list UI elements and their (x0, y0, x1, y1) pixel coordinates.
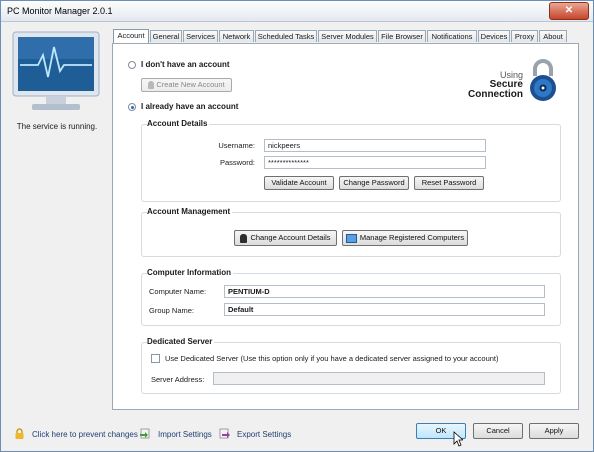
password-label: Password: (219, 158, 255, 167)
validate-account-button[interactable]: Validate Account (264, 176, 334, 190)
import-settings-icon (140, 428, 150, 439)
create-account-button-label: Create New Account (156, 80, 225, 89)
group-name-field[interactable]: Default (224, 303, 545, 316)
window-title: PC Monitor Manager 2.0.1 (7, 6, 113, 16)
manage-registered-computers-button[interactable]: Manage Registered Computers (342, 230, 468, 246)
import-settings-link[interactable]: Import Settings (158, 430, 212, 439)
tab-account[interactable]: Account (113, 29, 149, 43)
title-bar: PC Monitor Manager 2.0.1 ✕ (1, 1, 593, 22)
padlock-icon (530, 59, 556, 101)
secure-connection-text: Using Secure Connection (443, 70, 523, 100)
padlock-icon (15, 428, 24, 439)
tab-general[interactable]: General (150, 30, 182, 42)
tab-file-browser[interactable]: File Browser (378, 30, 426, 42)
close-window-button[interactable]: ✕ (549, 2, 589, 20)
export-settings-link[interactable]: Export Settings (237, 430, 291, 439)
cancel-button[interactable]: Cancel (473, 423, 523, 439)
change-account-details-label: Change Account Details (250, 233, 331, 242)
tab-about[interactable]: About (539, 30, 567, 42)
tab-scheduled-tasks[interactable]: Scheduled Tasks (255, 30, 317, 42)
no-account-radio[interactable] (128, 61, 136, 69)
computer-information-group (141, 273, 561, 326)
computers-icon (345, 233, 357, 243)
tab-devices[interactable]: Devices (478, 30, 510, 42)
prevent-changes-link[interactable]: Click here to prevent changes (32, 430, 138, 439)
tab-notifications[interactable]: Notifications (427, 30, 477, 42)
server-address-label: Server Address: (151, 375, 205, 384)
username-label: Username: (218, 141, 255, 150)
tab-network[interactable]: Network (219, 30, 254, 42)
tab-services[interactable]: Services (183, 30, 218, 42)
use-dedicated-server-label: Use Dedicated Server (Use this option on… (165, 354, 499, 363)
group-name-label: Group Name: (149, 306, 195, 315)
computer-name-field[interactable]: PENTIUM-D (224, 285, 545, 298)
tab-server-modules[interactable]: Server Modules (318, 30, 377, 42)
app-window: PC Monitor Manager 2.0.1 ✕ The service i… (0, 0, 594, 452)
server-address-field[interactable] (213, 372, 545, 385)
apply-button[interactable]: Apply (529, 423, 579, 439)
secure-line-3: Connection (468, 89, 523, 100)
user-icon (240, 233, 248, 243)
account-management-heading: Account Management (147, 207, 233, 216)
have-account-label: I already have an account (141, 102, 239, 111)
have-account-radio[interactable] (128, 103, 136, 111)
computer-information-heading: Computer Information (147, 268, 233, 277)
service-status-text: The service is running. (16, 122, 98, 131)
no-account-label: I don't have an account (141, 60, 230, 69)
password-field[interactable]: ************** (264, 156, 486, 169)
account-details-heading: Account Details (147, 119, 210, 128)
account-tab-panel: I don't have an account Create New Accou… (112, 43, 579, 410)
change-password-button[interactable]: Change Password (339, 176, 409, 190)
computer-name-label: Computer Name: (149, 287, 207, 296)
export-settings-icon (219, 428, 230, 439)
monitor-icon (12, 31, 100, 110)
username-field[interactable]: nickpeers (264, 139, 486, 152)
manage-registered-computers-label: Manage Registered Computers (359, 233, 465, 242)
create-account-button[interactable]: Create New Account (141, 78, 232, 92)
mouse-cursor-icon (453, 431, 463, 447)
change-account-details-button[interactable]: Change Account Details (234, 230, 337, 246)
reset-password-button[interactable]: Reset Password (414, 176, 484, 190)
user-icon (148, 81, 155, 90)
tab-proxy[interactable]: Proxy (511, 30, 538, 42)
use-dedicated-server-checkbox[interactable] (151, 354, 160, 363)
dedicated-server-heading: Dedicated Server (147, 337, 215, 346)
dedicated-server-group (141, 342, 561, 394)
